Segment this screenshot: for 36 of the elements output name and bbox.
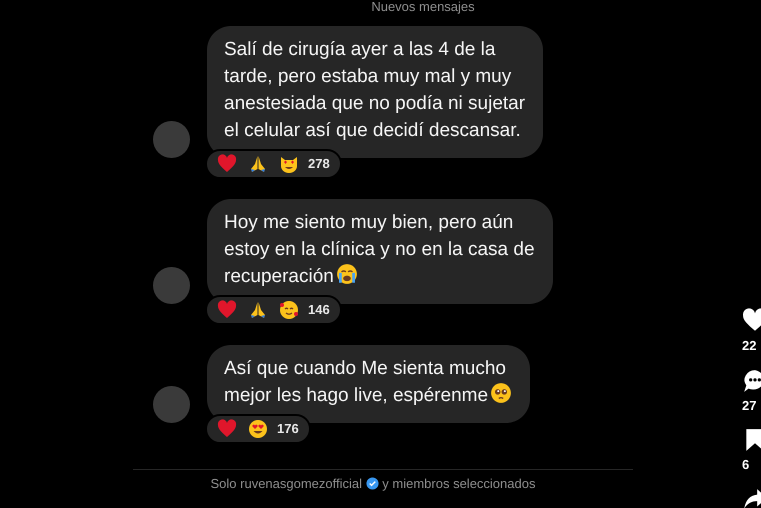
message-text: el celular así que decidí descansar.: [224, 120, 521, 141]
action-count: 22: [742, 337, 756, 355]
footer-text: Solo ruvenasgomezofficial: [210, 476, 362, 491]
smiling-face-icon: [279, 300, 299, 320]
reactions-pill[interactable]: 176: [205, 414, 311, 444]
cat-face-icon: [279, 154, 299, 174]
message-text: estoy en la clínica y no en la casa de: [224, 239, 535, 260]
message-text: Salí de cirugía ayer a las 4 de la: [224, 39, 496, 60]
avatar: [153, 121, 190, 158]
reaction-count: 146: [308, 301, 330, 320]
heart-eyes-face-icon: [248, 419, 268, 439]
heart-icon: [217, 154, 237, 174]
message-text: tarde, pero estaba muy mal y muy: [224, 66, 512, 87]
avatar: [153, 386, 190, 423]
avatar: [153, 267, 190, 304]
action-count: 27: [742, 396, 756, 414]
reactions-pill[interactable]: 278: [205, 149, 342, 179]
pleading-face-icon: [490, 382, 512, 404]
reactions-pill[interactable]: 146: [205, 295, 342, 325]
message-text: anestesiada que no podía ni sujetar: [224, 93, 526, 114]
reaction-count: 278: [308, 155, 330, 174]
heart-icon: [217, 419, 237, 439]
heart-icon: [217, 300, 237, 320]
comment-icon[interactable]: [742, 368, 761, 394]
praying-hands-icon: [248, 300, 268, 320]
crying-face-icon: [336, 263, 358, 285]
action-count: 6: [742, 456, 750, 474]
divider-label: Nuevos mensajes: [370, 0, 476, 14]
footer-text: y miembros seleccionados: [382, 476, 536, 491]
message-text: mejor les hago live, espérenme: [224, 385, 488, 406]
praying-hands-icon: [248, 154, 268, 174]
verified-badge-icon: [366, 477, 379, 490]
message-text: recuperación: [224, 266, 334, 287]
reaction-count: 176: [277, 420, 299, 438]
message-text: Hoy me siento muy bien, pero aún: [224, 212, 514, 233]
message-text: Así que cuando Me sienta mucho: [224, 358, 506, 379]
